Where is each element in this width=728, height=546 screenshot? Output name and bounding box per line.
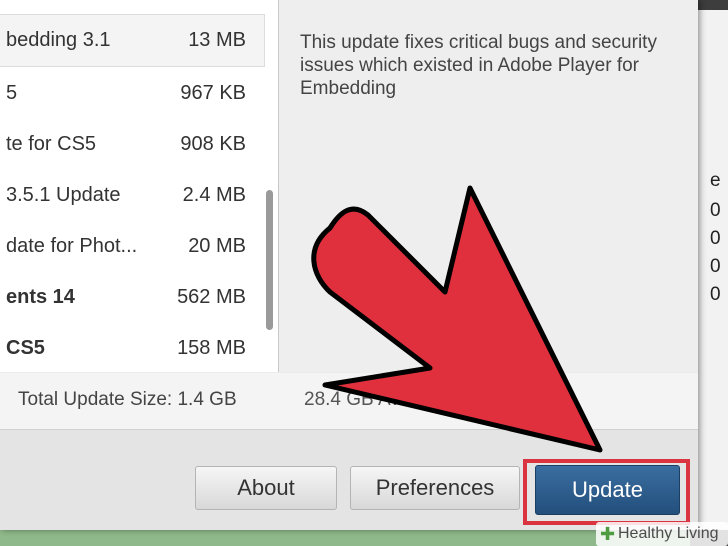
update-size: 908 KB — [180, 133, 246, 155]
list-item[interactable]: ents 14 562 MB — [0, 272, 264, 323]
preferences-button[interactable]: Preferences — [350, 466, 520, 510]
about-button[interactable]: About — [195, 466, 337, 510]
total-update-size: Total Update Size: 1.4 GB — [18, 389, 237, 410]
watermark-text: Healthy Living — [618, 525, 719, 542]
list-item[interactable]: 3.5.1 Update 2.4 MB — [0, 170, 264, 221]
list-item[interactable]: date for Phot... 20 MB — [0, 221, 264, 272]
plus-icon: ✚ — [600, 524, 616, 544]
update-list: bedding 3.1 13 MB 5 967 KB te for CS5 90… — [0, 0, 279, 372]
update-name: bedding 3.1 — [6, 29, 111, 51]
background-text: e — [710, 170, 721, 191]
update-size: 158 MB — [177, 337, 246, 359]
update-size: 2.4 MB — [182, 184, 246, 206]
list-item[interactable]: CS5 158 MB — [0, 323, 264, 374]
free-space-label: 28.4 GB Ava — [304, 389, 411, 410]
update-name: date for Phot... — [6, 235, 138, 257]
update-name: te for CS5 — [6, 133, 97, 155]
update-size: 562 MB — [177, 286, 246, 308]
watermark: ✚ Healthy Living — [596, 522, 728, 546]
update-name: 3.5.1 Update — [6, 184, 121, 206]
update-name: 5 — [6, 82, 18, 104]
update-button[interactable]: Update — [535, 465, 680, 515]
update-size: 967 KB — [180, 82, 246, 104]
list-item[interactable]: te for CS5 908 KB — [0, 119, 264, 170]
update-dialog: bedding 3.1 13 MB 5 967 KB te for CS5 90… — [0, 0, 698, 530]
update-size: 13 MB — [188, 29, 246, 51]
list-item[interactable]: 5 967 KB — [0, 68, 264, 119]
update-name: ents 14 — [6, 286, 75, 308]
detail-pane: This update fixes critical bugs and secu… — [279, 0, 698, 372]
update-name: CS5 — [6, 337, 45, 359]
background-text: 0 — [710, 284, 721, 305]
update-description: This update fixes critical bugs and secu… — [300, 32, 657, 99]
background-text: 0 — [710, 256, 721, 277]
background-text: 0 — [710, 200, 721, 221]
summary-bar: Total Update Size: 1.4 GB 28.4 GB Ava — [0, 373, 698, 430]
list-scrollbar[interactable] — [266, 190, 273, 330]
background-text: 0 — [710, 228, 721, 249]
update-size: 20 MB — [188, 235, 246, 257]
list-item[interactable]: bedding 3.1 13 MB — [0, 14, 265, 67]
